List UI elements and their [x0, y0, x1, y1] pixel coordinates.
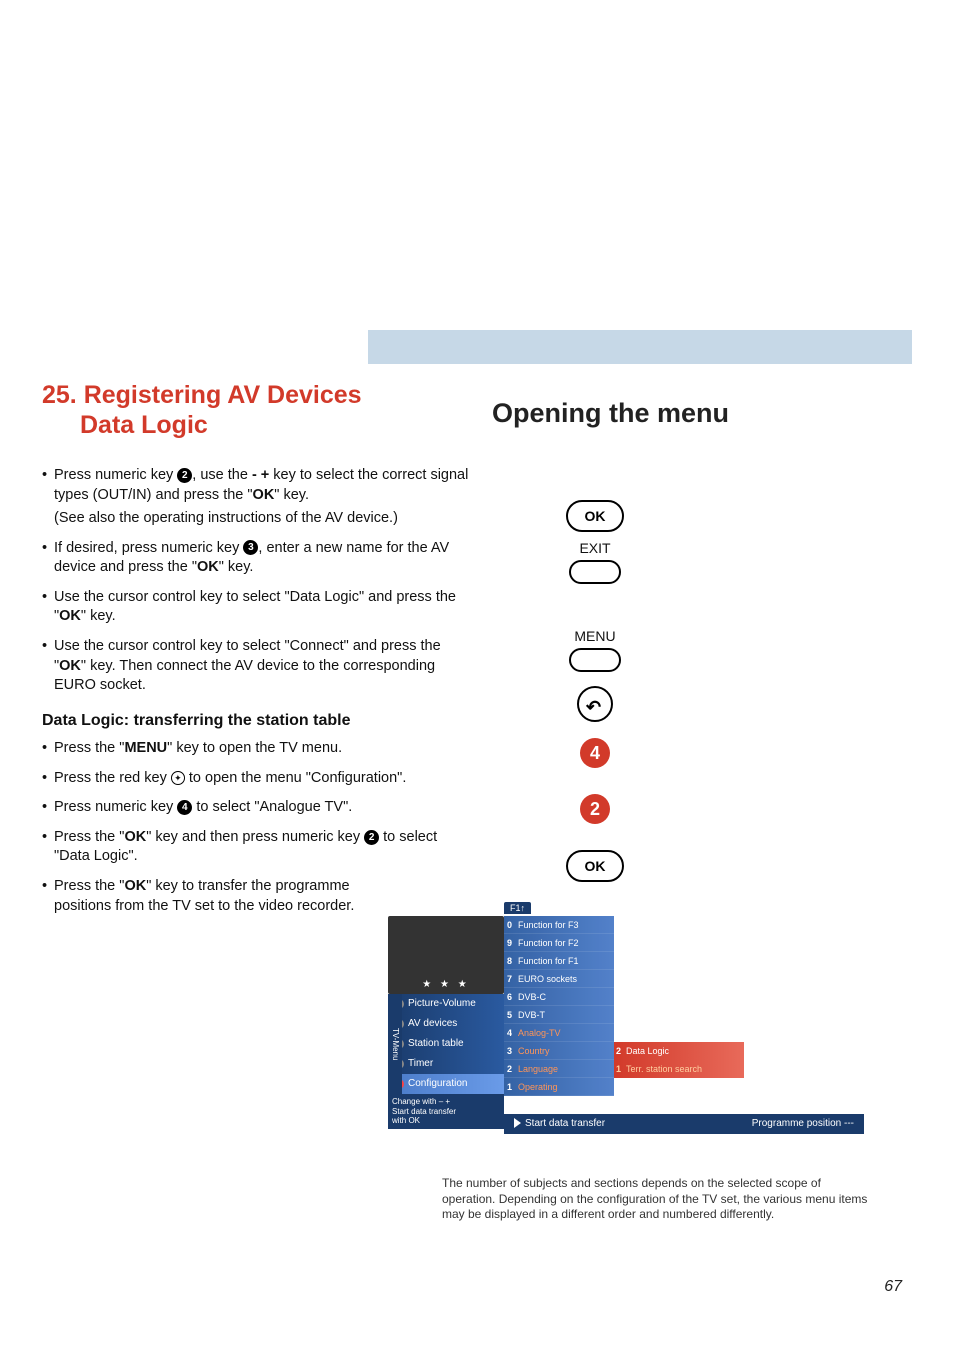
- menu-button[interactable]: [569, 648, 621, 672]
- osd-hint: Change with – + Start data transfer with…: [388, 1094, 504, 1129]
- header-accent-bar: [368, 330, 912, 364]
- ok-button[interactable]: OK: [566, 500, 624, 532]
- title-line1: 25. Registering AV Devices: [42, 381, 362, 409]
- numeric-key-2-button[interactable]: 2: [580, 794, 610, 824]
- page-subtitle: Opening the menu: [492, 398, 729, 429]
- bullet-2: If desired, press numeric key 3, enter a…: [42, 539, 472, 578]
- bullet-7: Press numeric key 4 to select "Analogue …: [42, 798, 472, 818]
- osd-mid-item: 1Operating: [504, 1078, 614, 1096]
- osd-mid-item: 2Language: [504, 1060, 614, 1078]
- osd-right-item: 1Terr. station search: [614, 1060, 744, 1078]
- osd-left-menu: Picture-Volume AV devices Station table …: [388, 994, 504, 1094]
- subheading: Data Logic: transferring the station tab…: [42, 710, 472, 732]
- osd-status-bar: Start data transfer Programme position -…: [504, 1114, 864, 1134]
- osd-left-item: Station table: [388, 1034, 504, 1054]
- osd-mid-item: 9Function for F2: [504, 934, 614, 952]
- bullet-1: Press numeric key 2, use the - + key to …: [42, 466, 472, 505]
- numeric-key-2b-icon: 2: [364, 830, 379, 845]
- back-button[interactable]: ↶: [577, 686, 613, 722]
- bullet-5: Press the "MENU" key to open the TV menu…: [42, 739, 472, 759]
- numeric-key-2-icon: 2: [177, 468, 192, 483]
- menu-label: MENU: [535, 628, 655, 644]
- osd-vertical-label: TV-Menu: [388, 994, 402, 1094]
- page-root: 25. Registering AV Devices Data Logic Op…: [0, 0, 954, 1351]
- section-title: 25. Registering AV Devices Data Logic: [42, 380, 462, 440]
- exit-label: EXIT: [535, 540, 655, 556]
- title-line2: Data Logic: [42, 411, 208, 439]
- bullet-3: Use the cursor control key to select "Da…: [42, 588, 472, 627]
- back-arrow-icon: ↶: [586, 697, 601, 718]
- bullet-9: Press the "OK" key to transfer the progr…: [42, 877, 382, 916]
- ok-button-2[interactable]: OK: [566, 850, 624, 882]
- bullet-6: Press the red key ✦ to open the menu "Co…: [42, 769, 472, 789]
- osd-left-item: AV devices: [388, 1014, 504, 1034]
- osd-left-item: Picture-Volume: [388, 994, 504, 1014]
- osd-mid-item: 3Country: [504, 1042, 614, 1060]
- footnote: The number of subjects and sections depe…: [442, 1176, 872, 1223]
- osd-right-menu: 2Data Logic 1Terr. station search: [614, 1042, 744, 1078]
- bullet-1-sub: (See also the operating instructions of …: [42, 509, 472, 529]
- osd-mid-item: 0Function for F3: [504, 916, 614, 934]
- osd-left-item-selected: Configuration: [388, 1074, 504, 1094]
- page-number: 67: [884, 1278, 902, 1296]
- red-key-icon: ✦: [171, 771, 185, 785]
- osd-mid-item: 7EURO sockets: [504, 970, 614, 988]
- osd-right-item: 2Data Logic: [614, 1042, 744, 1060]
- osd-preview: ★ ★ ★: [388, 916, 504, 994]
- remote-buttons: OK EXIT MENU ↶ 4 2 OK: [535, 500, 655, 882]
- numeric-key-4-icon: 4: [177, 800, 192, 815]
- bullet-4: Use the cursor control key to select "Co…: [42, 637, 472, 696]
- osd-mid-item: 4Analog-TV: [504, 1024, 614, 1042]
- osd-mid-item: 8Function for F1: [504, 952, 614, 970]
- numeric-key-3-icon: 3: [243, 540, 258, 555]
- osd-mid-item: 6DVB-C: [504, 988, 614, 1006]
- bullet-8: Press the "OK" key and then press numeri…: [42, 828, 472, 867]
- osd-left-item: Timer: [388, 1054, 504, 1074]
- play-triangle-icon: [514, 1118, 521, 1128]
- numeric-key-4-button[interactable]: 4: [580, 738, 610, 768]
- osd-mid-menu: 0Function for F3 9Function for F2 8Funct…: [504, 916, 614, 1096]
- osd-stars: ★ ★ ★: [422, 979, 469, 990]
- body-text: Press numeric key 2, use the - + key to …: [42, 466, 472, 926]
- exit-button[interactable]: [569, 560, 621, 584]
- osd-mid-item: 5DVB-T: [504, 1006, 614, 1024]
- osd-tab: F1↑: [504, 902, 531, 914]
